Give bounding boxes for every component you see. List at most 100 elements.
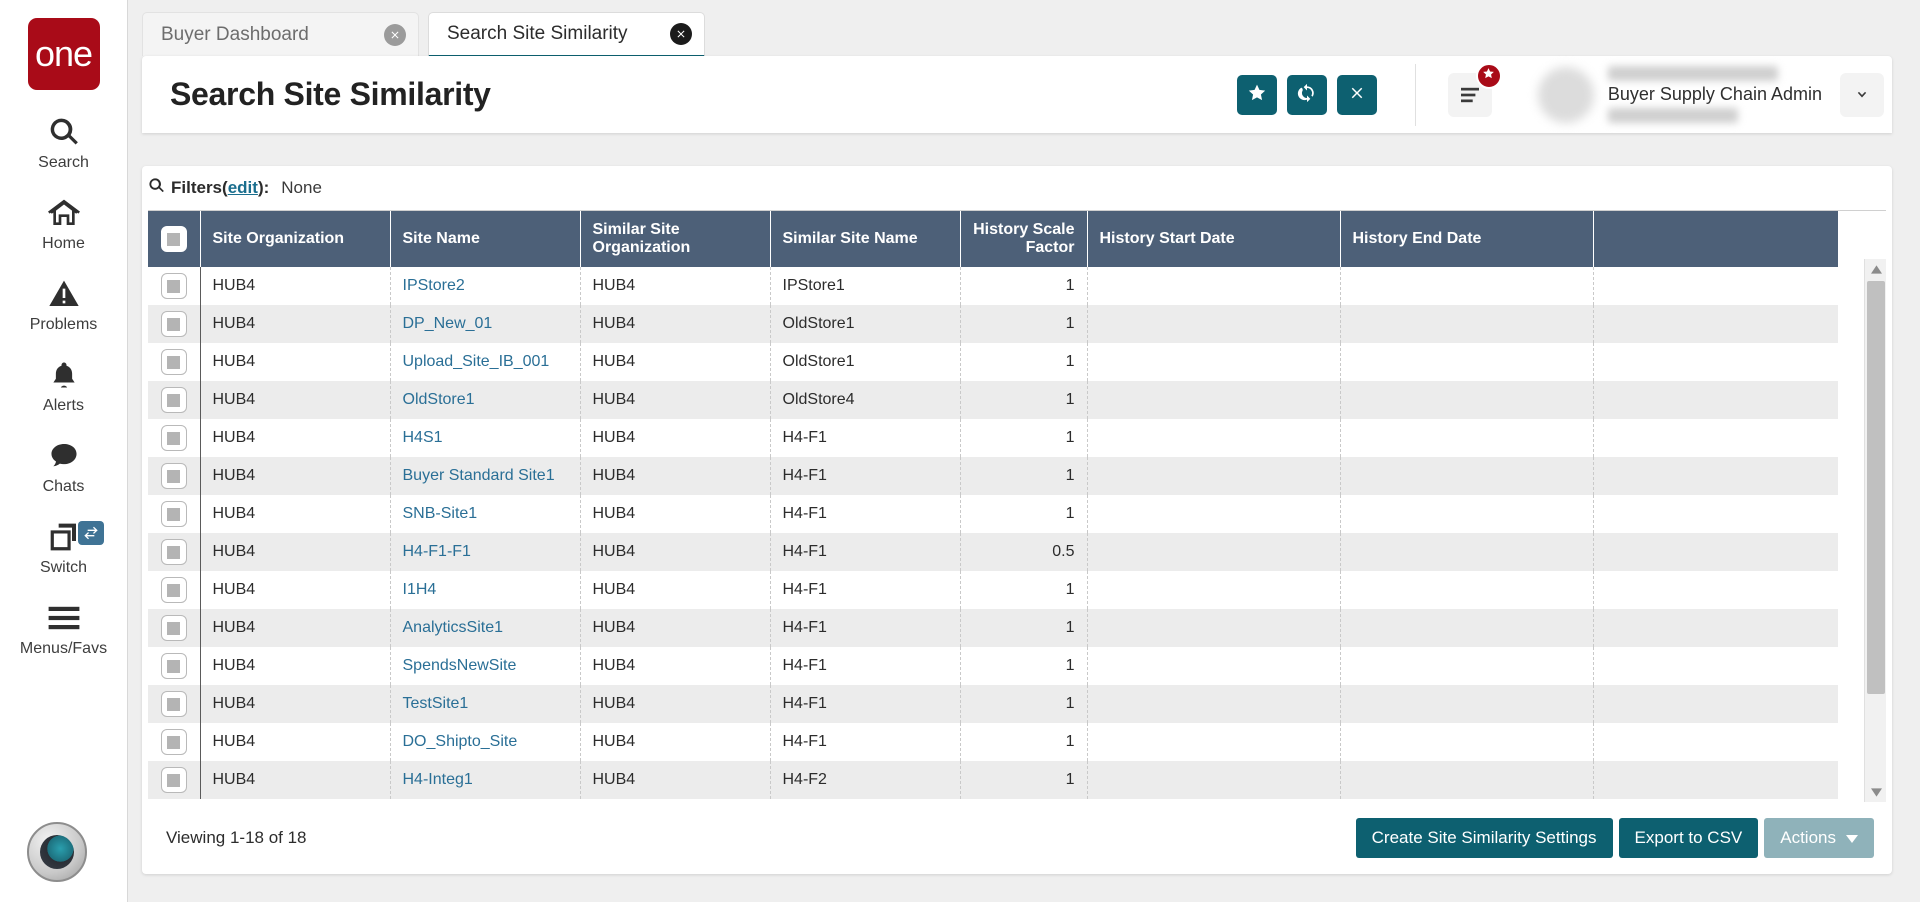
cell-site-name[interactable]: H4-Integ1 xyxy=(390,761,581,799)
table-row[interactable]: HUB4 DO_Shipto_Site HUB4 H4-F1 1 xyxy=(148,723,1838,761)
sidebar-item-alerts[interactable]: Alerts xyxy=(0,355,128,414)
site-name-link[interactable]: Upload_Site_IB_001 xyxy=(403,353,550,370)
cell-site-name[interactable]: SNB-Site1 xyxy=(390,495,581,533)
table-row[interactable]: HUB4 IPStore2 HUB4 IPStore1 1 xyxy=(148,267,1838,305)
select-all-checkbox[interactable] xyxy=(160,226,187,252)
scroll-up-icon[interactable] xyxy=(1865,259,1886,279)
sidebar-item-switch[interactable]: Switch xyxy=(0,517,128,576)
cell-site-name[interactable]: Upload_Site_IB_001 xyxy=(390,343,581,381)
refresh-button[interactable] xyxy=(1286,74,1327,115)
row-checkbox[interactable] xyxy=(160,539,187,565)
row-checkbox[interactable] xyxy=(160,691,187,717)
one-logo[interactable]: one xyxy=(27,18,100,90)
site-name-link[interactable]: I1H4 xyxy=(403,581,437,598)
sidebar-item-problems[interactable]: Problems xyxy=(0,274,128,333)
column-header-site-organization[interactable]: Site Organization xyxy=(200,211,391,267)
row-checkbox[interactable] xyxy=(160,311,187,337)
close-icon[interactable] xyxy=(384,23,406,46)
column-header-history-start-date[interactable]: History Start Date xyxy=(1087,211,1341,267)
site-name-link[interactable]: AnalyticsSite1 xyxy=(403,619,504,636)
cell-site-name[interactable]: Buyer Standard Site1 xyxy=(390,457,581,495)
table-row[interactable]: HUB4 H4S1 HUB4 H4-F1 1 xyxy=(148,419,1838,457)
export-to-csv-button[interactable]: Export to CSV xyxy=(1618,818,1759,858)
table-footer: Viewing 1-18 of 18 Create Site Similarit… xyxy=(142,802,1892,874)
favorite-button[interactable] xyxy=(1236,74,1277,115)
cell-history-start-date xyxy=(1087,571,1341,609)
cell-site-name[interactable]: DO_Shipto_Site xyxy=(390,723,581,761)
sidebar-item-menus-favs[interactable]: Menus/Favs xyxy=(0,598,128,657)
site-name-link[interactable]: H4S1 xyxy=(403,429,443,446)
filters-edit-link[interactable]: edit xyxy=(228,178,258,198)
sidebar-item-chats[interactable]: Chats xyxy=(0,436,128,495)
column-header-similar-site-organization[interactable]: Similar Site Organization xyxy=(580,211,771,267)
table-row[interactable]: HUB4 Upload_Site_IB_001 HUB4 OldStore1 1 xyxy=(148,343,1838,381)
column-header-history-end-date[interactable]: History End Date xyxy=(1340,211,1594,267)
create-site-similarity-settings-button[interactable]: Create Site Similarity Settings xyxy=(1355,818,1613,858)
row-checkbox[interactable] xyxy=(160,729,187,755)
sidebar-item-home[interactable]: Home xyxy=(0,193,128,252)
close-icon[interactable] xyxy=(670,23,692,45)
cell-site-organization: HUB4 xyxy=(200,267,391,305)
row-checkbox[interactable] xyxy=(160,273,187,299)
x-icon xyxy=(1348,84,1366,105)
chevron-down-icon[interactable] xyxy=(1840,72,1884,117)
site-name-link[interactable]: OldStore1 xyxy=(403,391,475,408)
scrollbar-thumb[interactable] xyxy=(1867,281,1885,694)
row-checkbox[interactable] xyxy=(160,501,187,527)
table-row[interactable]: HUB4 Buyer Standard Site1 HUB4 H4-F1 1 xyxy=(148,457,1838,495)
row-checkbox[interactable] xyxy=(160,767,187,793)
column-header-history-scale-factor[interactable]: History Scale Factor xyxy=(960,211,1088,267)
actions-dropdown-button[interactable]: Actions xyxy=(1764,818,1874,858)
search-icon xyxy=(148,177,171,199)
column-header-site-name[interactable]: Site Name xyxy=(390,211,581,267)
row-checkbox[interactable] xyxy=(160,349,187,375)
table-row[interactable]: HUB4 H4-Integ1 HUB4 H4-F2 1 xyxy=(148,761,1838,799)
table-row[interactable]: HUB4 OldStore1 HUB4 OldStore4 1 xyxy=(148,381,1838,419)
table-row[interactable]: HUB4 SNB-Site1 HUB4 H4-F1 1 xyxy=(148,495,1838,533)
avatar xyxy=(1537,66,1594,123)
site-name-link[interactable]: Buyer Standard Site1 xyxy=(403,467,555,484)
site-name-link[interactable]: DO_Shipto_Site xyxy=(403,733,518,750)
cell-site-name[interactable]: AnalyticsSite1 xyxy=(390,609,581,647)
cell-site-name[interactable]: DP_New_01 xyxy=(390,305,581,343)
cell-site-name[interactable]: IPStore2 xyxy=(390,267,581,305)
cell-site-name[interactable]: H4-F1-F1 xyxy=(390,533,581,571)
site-name-link[interactable]: SNB-Site1 xyxy=(403,505,478,522)
row-checkbox[interactable] xyxy=(160,425,187,451)
site-name-link[interactable]: TestSite1 xyxy=(403,695,469,712)
site-name-link[interactable]: H4-Integ1 xyxy=(403,771,473,788)
table-row[interactable]: HUB4 AnalyticsSite1 HUB4 H4-F1 1 xyxy=(148,609,1838,647)
site-name-link[interactable]: IPStore2 xyxy=(403,277,465,294)
site-name-link[interactable]: SpendsNewSite xyxy=(403,657,517,674)
cell-site-name[interactable]: H4S1 xyxy=(390,419,581,457)
tab-buyer-dashboard[interactable]: Buyer Dashboard xyxy=(142,12,419,56)
scroll-down-icon[interactable] xyxy=(1865,782,1886,802)
row-checkbox[interactable] xyxy=(160,577,187,603)
table-row[interactable]: HUB4 TestSite1 HUB4 H4-F1 1 xyxy=(148,685,1838,723)
filters-paren-close: ): xyxy=(257,178,270,197)
user-profile[interactable]: Buyer Supply Chain Admin xyxy=(1537,63,1892,126)
row-checkbox[interactable] xyxy=(160,653,187,679)
column-header-similar-site-name[interactable]: Similar Site Name xyxy=(770,211,961,267)
tab-search-site-similarity[interactable]: Search Site Similarity xyxy=(428,12,705,58)
table-row[interactable]: HUB4 DP_New_01 HUB4 OldStore1 1 xyxy=(148,305,1838,343)
cell-site-name[interactable]: I1H4 xyxy=(390,571,581,609)
switch-toggle-badge[interactable] xyxy=(77,521,104,545)
cell-site-name[interactable]: TestSite1 xyxy=(390,685,581,723)
row-checkbox[interactable] xyxy=(160,463,187,489)
sidebar-item-search[interactable]: Search xyxy=(0,112,128,171)
site-name-link[interactable]: DP_New_01 xyxy=(403,315,493,332)
table-row[interactable]: HUB4 H4-F1-F1 HUB4 H4-F1 0.5 xyxy=(148,533,1838,571)
table-row[interactable]: HUB4 SpendsNewSite HUB4 H4-F1 1 xyxy=(148,647,1838,685)
close-button[interactable] xyxy=(1336,74,1377,115)
table-body: HUB4 IPStore2 HUB4 IPStore1 1 HUB4 DP_New_01 HU… xyxy=(148,267,1838,799)
table-vertical-scrollbar[interactable] xyxy=(1864,259,1886,802)
site-name-link[interactable]: H4-F1-F1 xyxy=(403,543,471,560)
hamburger-icon xyxy=(47,598,81,638)
table-row[interactable]: HUB4 I1H4 HUB4 H4-F1 1 xyxy=(148,571,1838,609)
cell-site-name[interactable]: SpendsNewSite xyxy=(390,647,581,685)
row-checkbox[interactable] xyxy=(160,387,187,413)
cell-site-name[interactable]: OldStore1 xyxy=(390,381,581,419)
row-checkbox[interactable] xyxy=(160,615,187,641)
ai-assistant-avatar-icon[interactable] xyxy=(27,822,87,882)
